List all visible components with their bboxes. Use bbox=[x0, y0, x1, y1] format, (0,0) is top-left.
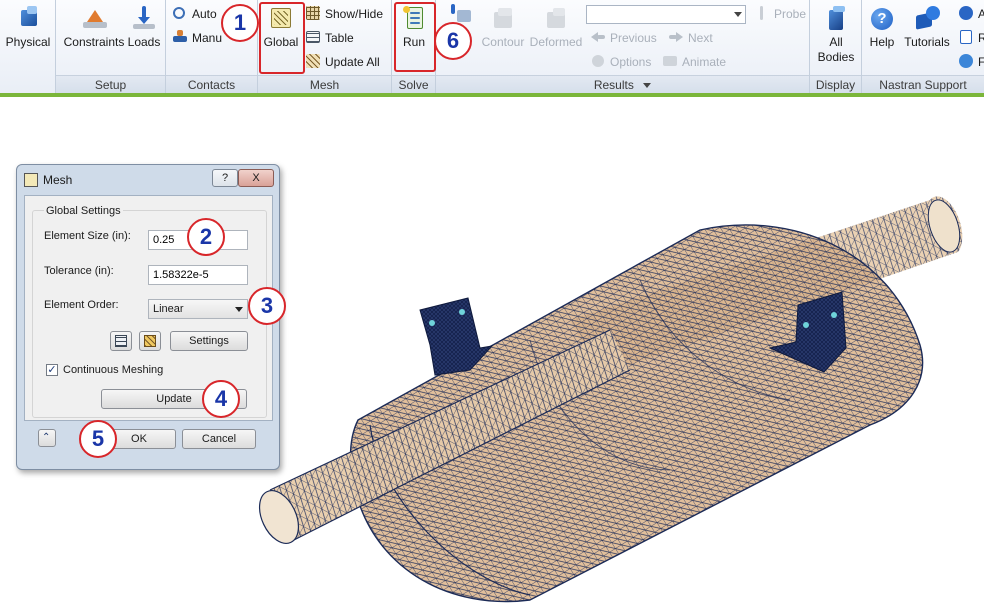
panel-title-mesh: Mesh bbox=[258, 75, 391, 93]
mesh-model-view[interactable] bbox=[230, 170, 984, 606]
manual-contact-button[interactable]: Manu bbox=[172, 28, 222, 48]
chevron-down-icon bbox=[235, 307, 243, 312]
panel-title-nastran-support: Nastran Support bbox=[862, 75, 984, 93]
show-hide-mesh-button[interactable]: Show/Hide bbox=[305, 4, 383, 24]
mesh-table-button[interactable]: Table bbox=[305, 28, 354, 48]
annotation-6: 6 bbox=[434, 22, 472, 60]
info-icon bbox=[958, 5, 974, 21]
contour-button[interactable]: Contour bbox=[474, 6, 532, 50]
panel-title-results[interactable]: Results bbox=[436, 75, 809, 93]
arrow-left-icon bbox=[590, 29, 606, 45]
panel-title-setup: Setup bbox=[56, 75, 165, 93]
mesh-dialog-icon bbox=[24, 173, 38, 187]
annotation-1: 1 bbox=[221, 4, 259, 42]
element-size-label: Element Size (in): bbox=[44, 230, 131, 242]
results-dropdown[interactable] bbox=[586, 5, 746, 24]
next-button[interactable]: Next bbox=[668, 28, 713, 48]
deformed-button[interactable]: Deformed bbox=[528, 6, 584, 50]
tolerance-input[interactable] bbox=[148, 265, 248, 285]
all-bodies-button[interactable]: All Bodies bbox=[812, 6, 860, 65]
tutorials-button[interactable]: Tutorials bbox=[902, 6, 952, 50]
element-order-label: Element Order: bbox=[44, 299, 119, 311]
panel-physical: Physical bbox=[0, 0, 56, 93]
tutorials-icon bbox=[914, 6, 940, 32]
probe-button[interactable]: Probe bbox=[754, 4, 806, 24]
cancel-button[interactable]: Cancel bbox=[182, 429, 256, 449]
community-icon bbox=[958, 53, 974, 69]
global-settings-label: Global Settings bbox=[44, 205, 123, 217]
panel-title-solve: Solve bbox=[392, 75, 435, 93]
show-hide-icon bbox=[305, 5, 321, 21]
nastran-link-f[interactable]: F bbox=[958, 52, 984, 72]
element-order-value: Linear bbox=[153, 303, 184, 315]
auto-contact-button[interactable]: Auto bbox=[172, 4, 217, 24]
collapse-dialog-button[interactable]: ⌃ bbox=[38, 429, 56, 447]
element-order-select[interactable]: Linear bbox=[148, 299, 248, 319]
document-icon bbox=[958, 29, 974, 45]
physical-button[interactable]: Physical bbox=[0, 6, 56, 50]
update-all-icon bbox=[305, 53, 321, 69]
settings-button[interactable]: Settings bbox=[170, 331, 248, 351]
continuous-meshing-checkbox[interactable]: ✓ bbox=[46, 364, 58, 376]
panel-results: Contour Deformed Probe Previous Next Opt… bbox=[436, 0, 810, 93]
loads-button[interactable]: Loads bbox=[124, 6, 164, 50]
options-button[interactable]: Options bbox=[590, 52, 651, 72]
chevron-up-icon: ⌃ bbox=[42, 432, 51, 443]
physical-icon bbox=[15, 6, 41, 32]
panel-setup: Constraints Loads Setup bbox=[56, 0, 166, 93]
continuous-meshing-label: Continuous Meshing bbox=[63, 364, 164, 376]
options-icon bbox=[590, 53, 606, 69]
dialog-title-bar[interactable]: Mesh ? X bbox=[17, 165, 279, 195]
nastran-link-a[interactable]: A bbox=[958, 4, 984, 24]
dialog-title: Mesh bbox=[43, 173, 73, 187]
dialog-help-button[interactable]: ? bbox=[212, 169, 238, 187]
panel-nastran-support: ? Help Tutorials A R F Nastran Support bbox=[862, 0, 984, 93]
constraints-button[interactable]: Constraints bbox=[60, 6, 128, 50]
panel-title-contacts: Contacts bbox=[166, 75, 257, 93]
ribbon: Physical Constraints Loads Setup Auto Ma… bbox=[0, 0, 984, 95]
panel-display: All Bodies Display bbox=[810, 0, 862, 93]
highlight-run-box bbox=[394, 2, 436, 72]
ribbon-accent-bar bbox=[0, 93, 984, 97]
nastran-link-r[interactable]: R bbox=[958, 28, 984, 48]
dropdown-arrow-icon bbox=[734, 12, 742, 17]
probe-icon bbox=[754, 5, 770, 21]
panel-expand-icon bbox=[643, 83, 652, 88]
tolerance-label: Tolerance (in): bbox=[44, 265, 114, 277]
animate-icon bbox=[662, 53, 678, 69]
highlight-global-box bbox=[259, 2, 305, 74]
mesh-table-dialog-button[interactable] bbox=[110, 331, 132, 351]
all-bodies-icon bbox=[823, 6, 849, 32]
mesh-dialog: Mesh ? X Global Settings Element Size (i… bbox=[16, 164, 280, 470]
table-icon bbox=[305, 29, 321, 45]
manual-contact-icon bbox=[172, 29, 188, 45]
contour-icon bbox=[490, 6, 516, 32]
annotation-4: 4 bbox=[202, 380, 240, 418]
help-icon: ? bbox=[871, 8, 893, 30]
animate-button[interactable]: Animate bbox=[662, 52, 726, 72]
annotation-2: 2 bbox=[187, 218, 225, 256]
dialog-footer: ⌃ OK Cancel bbox=[24, 423, 273, 463]
local-mesh-icon bbox=[144, 335, 156, 347]
previous-button[interactable]: Previous bbox=[590, 28, 657, 48]
annotation-3: 3 bbox=[248, 287, 286, 325]
panel-title-display: Display bbox=[810, 75, 861, 93]
help-button[interactable]: ? Help bbox=[866, 6, 898, 50]
auto-contact-icon bbox=[172, 5, 188, 21]
update-all-mesh-button[interactable]: Update All bbox=[305, 52, 380, 72]
dialog-close-button[interactable]: X bbox=[238, 169, 274, 187]
local-mesh-dialog-button[interactable] bbox=[139, 331, 161, 351]
constraints-icon bbox=[81, 6, 107, 32]
table-icon bbox=[115, 335, 127, 347]
deformed-icon bbox=[543, 6, 569, 32]
arrow-right-icon bbox=[668, 29, 684, 45]
annotation-5: 5 bbox=[79, 420, 117, 458]
loads-icon bbox=[131, 6, 157, 32]
